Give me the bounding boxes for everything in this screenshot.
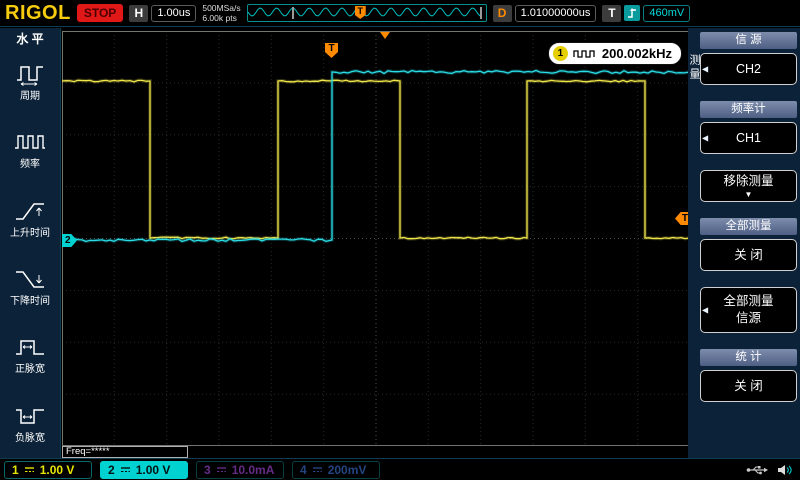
dc-coupling-icon	[312, 467, 322, 472]
channel-number: 3	[204, 462, 211, 477]
menu-button-label: 移除测量	[723, 174, 774, 189]
measurement-badge: 1 200.002kHz	[547, 42, 682, 65]
sidebar-item-label: 周期	[20, 91, 40, 103]
menu-header-freq-counter: 频率计	[700, 101, 797, 118]
sidebar-item-label: 正脉宽	[15, 364, 45, 376]
channel-number: 2	[108, 462, 115, 477]
menu-button-label-line1: 全部测量	[723, 294, 774, 309]
submenu-left-arrow-icon	[702, 306, 708, 315]
channel-scale: 200mV	[327, 462, 367, 477]
rise-time-icon	[13, 199, 47, 223]
sidebar-item-negative-pulse-width[interactable]: 负脉宽	[0, 390, 60, 458]
delay-label: D	[492, 4, 512, 22]
status-icons	[746, 464, 796, 476]
menu-button-freq-counter-ch1[interactable]: CH1	[700, 122, 797, 154]
trigger-group: T 460mV	[602, 4, 691, 22]
frequency-readout: Freq=*****	[62, 446, 188, 458]
positive-pulse-width-icon	[13, 335, 47, 359]
menu-header-source: 信 源	[700, 32, 797, 49]
channel-scale: 1.00 V	[39, 462, 75, 477]
menu-group-all-measure-source: 全部测量 信源	[700, 287, 797, 333]
sidebar-item-rise-time[interactable]: 上升时间	[0, 185, 60, 253]
frequency-icon	[13, 130, 47, 154]
menu-button-label: CH1	[735, 130, 761, 145]
menu-button-all-measure-off[interactable]: 关 闭	[700, 239, 797, 271]
submenu-down-arrow-icon	[745, 190, 753, 199]
menu-group-remove-measure: 移除测量	[700, 170, 797, 202]
menu-button-label: 关 闭	[734, 247, 763, 262]
timebase-value: 1.00us	[151, 4, 197, 22]
sidebar-item-label: 上升时间	[10, 227, 50, 239]
menu-group-all-measure: 全部测量 关 闭	[700, 218, 797, 271]
acquisition-info: 500MSa/s 6.00k pts	[202, 3, 240, 23]
channel-number: 4	[300, 462, 307, 477]
delay-value: 1.01000000us	[514, 4, 597, 22]
memory-waveform-preview: T	[246, 4, 487, 22]
delay-group: D 1.01000000us	[492, 4, 597, 22]
channel-4-status[interactable]: 4 200mV	[292, 460, 380, 479]
menu-header-statistics: 统 计	[700, 349, 797, 366]
measurement-value: 200.002kHz	[601, 46, 672, 61]
channel-3-status[interactable]: 3 10.0mA	[196, 460, 284, 479]
channel-scale: 10.0mA	[231, 462, 275, 477]
horizontal-label: H	[129, 4, 149, 22]
top-status-bar: RIGOL STOP H 1.00us 500MSa/s 6.00k pts T…	[0, 0, 800, 27]
bottom-channel-bar: 1 1.00 V 2 1.00 V 3 10.0mA 4 200mV	[0, 458, 800, 480]
sidebar-item-fall-time[interactable]: 下降时间	[0, 253, 60, 321]
menu-button-label-line2: 信源	[735, 311, 761, 325]
horizontal-group: H 1.00us	[129, 4, 197, 22]
menu-button-label: 关 闭	[734, 378, 763, 393]
oscilloscope-screen: RIGOL STOP H 1.00us 500MSa/s 6.00k pts T…	[0, 0, 800, 480]
menu-group-statistics: 统 计 关 闭	[700, 349, 797, 402]
window-bracket-right	[479, 7, 482, 19]
submenu-left-arrow-icon	[702, 134, 708, 143]
period-icon	[13, 62, 47, 87]
soft-menu: 信 源 CH2 频率计 CH1 移除测量 全部测量	[700, 32, 797, 418]
menu-button-remove-measure[interactable]: 移除测量	[700, 170, 797, 202]
channel-number: 1	[12, 462, 19, 477]
menu-button-label: CH2	[735, 61, 761, 76]
usb-icon	[746, 465, 768, 474]
menu-group-source: 信 源 CH2	[700, 32, 797, 85]
channel-scale: 1.00 V	[135, 462, 171, 477]
sidebar-item-positive-pulse-width[interactable]: 正脉宽	[0, 321, 60, 389]
channel-1-status[interactable]: 1 1.00 V	[4, 460, 92, 479]
channel-1-chip: 1	[552, 46, 568, 61]
sidebar-item-label: 频率	[20, 159, 40, 171]
run-state-badge: STOP	[76, 4, 124, 22]
waveform-canvas	[61, 30, 691, 447]
sample-rate: 500MSa/s	[202, 2, 241, 13]
sidebar-item-label: 负脉宽	[15, 432, 45, 444]
speaker-icon	[778, 464, 792, 475]
fall-time-icon	[13, 267, 47, 291]
trigger-edge-icon	[624, 5, 641, 21]
waveform-display: 1 200.002kHz 2 T T	[61, 30, 691, 447]
square-wave-icon	[573, 50, 595, 58]
dc-coupling-icon	[216, 467, 226, 472]
sidebar-item-period[interactable]: 周期	[0, 48, 60, 116]
sidebar-item-frequency[interactable]: 频率	[0, 116, 60, 184]
menu-group-freq-counter: 频率计 CH1	[700, 101, 797, 154]
menu-button-statistics-off[interactable]: 关 闭	[700, 370, 797, 402]
dc-coupling-icon	[120, 467, 130, 472]
sidebar-item-label: 下降时间	[10, 296, 50, 308]
delay-position-marker-icon	[380, 32, 390, 39]
right-menu-panel: 测量 信 源 CH2 频率计 CH1 移除测量	[688, 28, 800, 458]
menu-button-source-ch2[interactable]: CH2	[700, 53, 797, 85]
submenu-left-arrow-icon	[702, 65, 708, 74]
memory-depth: 6.00k pts	[202, 13, 237, 23]
channel-2-status[interactable]: 2 1.00 V	[100, 460, 188, 479]
sidebar-title: 水 平	[16, 32, 44, 46]
trigger-label: T	[602, 4, 622, 22]
dc-coupling-icon	[24, 467, 34, 472]
rigol-logo: RIGOL	[5, 2, 71, 24]
trigger-level-value: 460mV	[643, 4, 691, 22]
left-function-sidebar: 水 平 周期 频率 上升时间 下降时间 正脉宽 负脉宽	[0, 28, 61, 458]
window-bracket-left	[291, 7, 294, 19]
menu-header-all-measure: 全部测量	[700, 218, 797, 235]
negative-pulse-width-icon	[13, 404, 47, 428]
menu-button-all-measure-source[interactable]: 全部测量 信源	[700, 287, 797, 333]
